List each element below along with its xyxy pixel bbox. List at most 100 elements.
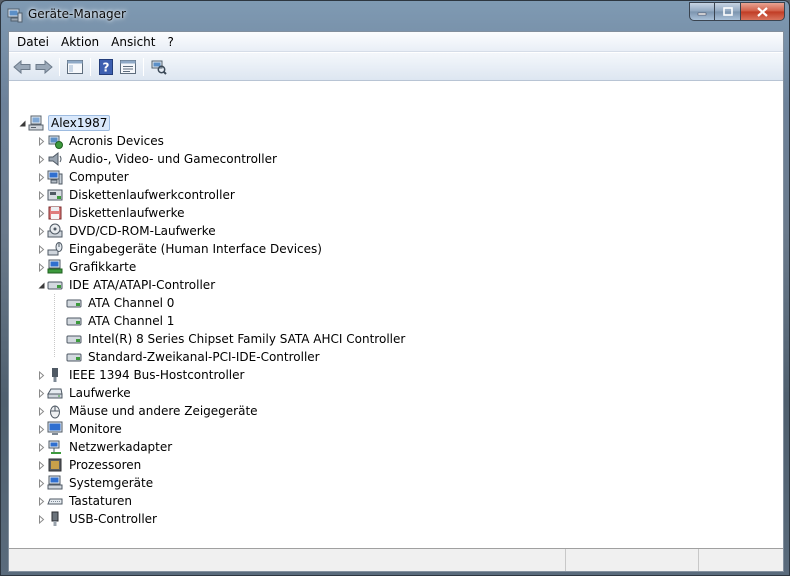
tree-item-diskettenlaufwerke[interactable]: Diskettenlaufwerke [47,204,186,222]
device-tree[interactable]: Alex1987 Acronis Devices Audio-, Video- … [9,82,783,547]
tree-item-laufwerke[interactable]: Laufwerke [47,384,133,402]
tree-item-label: Eingabegeräte (Human Interface Devices) [69,242,322,256]
menu-ansicht[interactable]: Ansicht [105,32,161,52]
floppy-controller-icon [47,189,63,201]
collapsed-triangle-icon[interactable] [37,191,46,200]
close-icon [757,6,768,17]
menu-help[interactable]: ? [161,32,179,52]
collapsed-triangle-icon[interactable] [37,155,46,164]
collapsed-triangle-icon[interactable] [37,497,46,506]
status-pane-main [9,549,566,571]
usb-icon [51,511,59,526]
display-adapter-icon [47,259,63,274]
client-area: Datei Aktion Ansicht ? ? Alex1987 Acroni… [8,31,784,572]
tree-item-label: Tastaturen [69,494,132,508]
tree-item-computer[interactable]: Computer [47,168,131,186]
toolbar-separator [143,57,144,76]
forward-arrow-icon [35,59,53,74]
collapsed-triangle-icon[interactable] [37,371,46,380]
computer-root-icon [28,115,44,131]
collapsed-triangle-icon[interactable] [37,137,46,146]
tree-item-label: Diskettenlaufwerkcontroller [69,188,235,202]
collapsed-triangle-icon[interactable] [37,443,46,452]
keyboard-icon [47,498,63,505]
tree-item-usb-controller[interactable]: USB-Controller [47,510,159,528]
title-bar[interactable]: Geräte-Manager [1,1,789,31]
back-button[interactable] [11,56,33,78]
expanded-triangle-icon[interactable] [18,119,27,128]
tree-child-ata-channel-1[interactable]: ATA Channel 1 [66,312,176,330]
tree-child-label: Intel(R) 8 Series Chipset Family SATA AH… [88,332,406,346]
tree-item-audio-video[interactable]: Audio-, Video- und Gamecontroller [47,150,279,168]
tree-item-acronis-devices[interactable]: Acronis Devices [47,132,166,150]
maximize-icon [722,7,733,16]
expanded-triangle-icon[interactable] [37,281,46,290]
close-button[interactable] [741,2,785,21]
minimize-button[interactable] [689,2,715,21]
toolbar: ? [9,53,783,81]
scan-hardware-icon [151,60,167,75]
tree-item-maeuse[interactable]: Mäuse und andere Zeigegeräte [47,402,260,420]
collapsed-triangle-icon[interactable] [37,263,46,272]
ide-channel-icon [66,317,82,326]
tree-item-label: IDE ATA/ATAPI-Controller [69,278,216,292]
collapsed-triangle-icon[interactable] [37,425,46,434]
properties-button[interactable] [117,56,139,78]
show-hide-tree-button[interactable] [64,56,86,78]
mouse-icon [50,405,60,419]
menu-bar: Datei Aktion Ansicht ? [9,32,783,52]
menu-aktion[interactable]: Aktion [55,32,105,52]
status-pane-secondary [566,549,699,571]
back-arrow-icon [13,59,31,74]
ide-channel-icon [66,335,82,344]
maximize-button[interactable] [715,2,741,21]
help-button[interactable]: ? [95,56,117,78]
ide-controller-icon [47,281,63,290]
tree-item-eingabegeraete[interactable]: Eingabegeräte (Human Interface Devices) [47,240,324,258]
tree-item-ieee1394[interactable]: IEEE 1394 Bus-Hostcontroller [47,366,246,384]
tree-item-monitore[interactable]: Monitore [47,420,124,438]
tree-item-tastaturen[interactable]: Tastaturen [47,492,134,510]
menu-datei[interactable]: Datei [11,32,55,52]
tree-item-diskettenlaufwerkcontroller[interactable]: Diskettenlaufwerkcontroller [47,186,237,204]
collapsed-triangle-icon[interactable] [37,407,46,416]
window-frame: Geräte-Manager Datei Aktion Ansicht ? ? … [0,0,790,576]
tree-item-netzwerkadapter[interactable]: Netzwerkadapter [47,438,174,456]
tree-item-grafikkarte[interactable]: Grafikkarte [47,258,138,276]
help-icon: ? [99,58,113,75]
tree-child-intel-sata-ahci[interactable]: Intel(R) 8 Series Chipset Family SATA AH… [66,330,407,348]
tree-item-systemgeraete[interactable]: Systemgeräte [47,474,155,492]
tree-item-ide-ata-atapi[interactable]: IDE ATA/ATAPI-Controller [47,276,217,294]
collapsed-triangle-icon[interactable] [37,173,46,182]
firewire-icon [52,368,58,382]
toolbar-separator [90,57,91,76]
monitor-icon [47,421,63,435]
forward-button[interactable] [33,56,55,78]
svg-text:?: ? [103,60,110,74]
collapsed-triangle-icon[interactable] [37,389,46,398]
tree-root[interactable]: Alex1987 [28,114,111,132]
tree-child-ata-channel-0[interactable]: ATA Channel 0 [66,294,176,312]
tree-item-label: Grafikkarte [69,260,137,274]
network-adapter-icon [48,440,61,454]
collapsed-triangle-icon[interactable] [37,245,46,254]
collapsed-triangle-icon[interactable] [37,209,46,218]
tree-child-label: ATA Channel 1 [88,314,175,328]
collapsed-triangle-icon[interactable] [37,461,46,470]
tree-child-label: Standard-Zweikanal-PCI-IDE-Controller [88,350,320,364]
tree-item-prozessoren[interactable]: Prozessoren [47,456,143,474]
collapsed-triangle-icon[interactable] [37,227,46,236]
collapsed-triangle-icon[interactable] [37,515,46,524]
tree-item-label: Laufwerke [69,386,131,400]
collapsed-triangle-icon[interactable] [37,479,46,488]
scan-hardware-button[interactable] [148,56,170,78]
tree-item-dvd-cd-rom[interactable]: DVD/CD-ROM-Laufwerke [47,222,218,240]
tree-item-label: Mäuse und andere Zeigegeräte [69,404,258,418]
window-controls [689,2,785,22]
window-title: Geräte-Manager [28,7,126,21]
tree-item-label: Diskettenlaufwerke [69,206,185,220]
tree-child-standard-pci-ide[interactable]: Standard-Zweikanal-PCI-IDE-Controller [66,348,322,366]
ide-channel-icon [66,353,82,362]
speaker-icon [48,151,62,167]
tree-item-label: Acronis Devices [69,134,164,148]
